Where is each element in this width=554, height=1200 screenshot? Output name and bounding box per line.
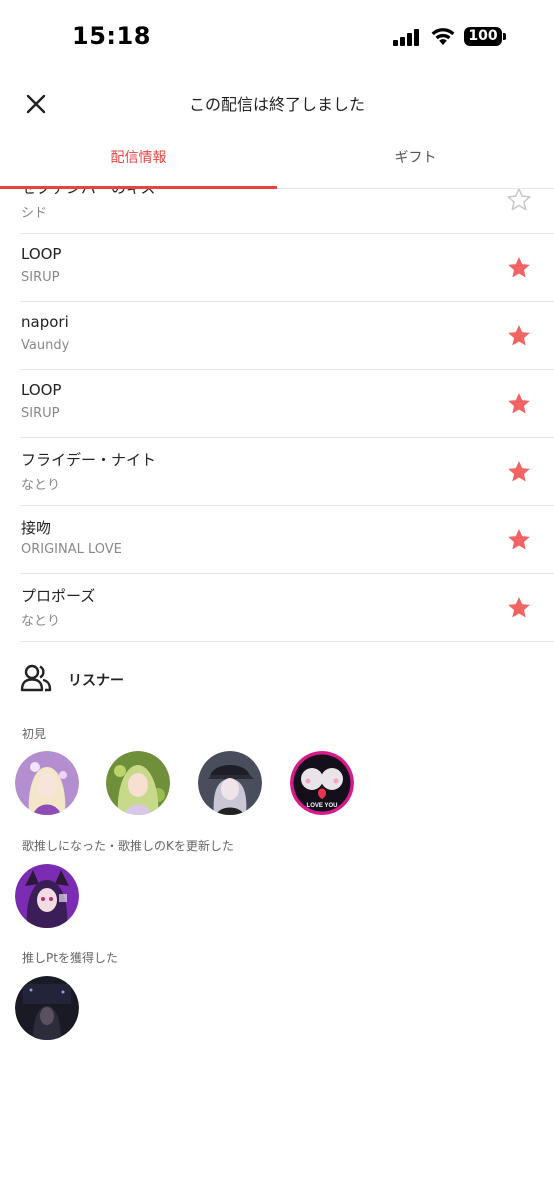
song-row[interactable]: LOOP SIRUP bbox=[20, 234, 554, 302]
section-label-points: 推しPtを獲得した bbox=[22, 951, 118, 965]
section-label-first-time: 初見 bbox=[22, 727, 47, 741]
song-title: セプテンバーのキス bbox=[21, 189, 156, 198]
song-row[interactable]: セプテンバーのキスシド bbox=[20, 189, 554, 234]
nav-bar: この配信は終了しました bbox=[0, 72, 554, 130]
song-row[interactable]: プロポーズ なとり bbox=[20, 574, 554, 642]
listeners-label: リスナー bbox=[68, 673, 124, 689]
song-artist: シド bbox=[21, 206, 48, 221]
favorite-star-icon[interactable] bbox=[506, 527, 532, 553]
avatar[interactable] bbox=[106, 751, 170, 815]
avatar[interactable] bbox=[15, 751, 79, 815]
song-row[interactable]: 接吻 ORIGINAL LOVE bbox=[20, 506, 554, 574]
tab-gifts[interactable]: ギフト bbox=[277, 130, 554, 188]
tab-stream-info[interactable]: 配信情報 bbox=[0, 130, 277, 188]
status-bar: 15:18 100 bbox=[0, 0, 554, 72]
wifi-icon bbox=[431, 28, 455, 45]
song-list: セプテンバーのキスシド LOOP SIRUP napori Vaundy LOOP SIRU… bbox=[0, 189, 554, 643]
listeners-header: リスナー bbox=[20, 663, 320, 697]
song-title: LOOP bbox=[21, 381, 62, 399]
section-label-song-fan: 歌推しになった・歌推しのKを更新した bbox=[22, 839, 234, 853]
song-artist: SIRUP bbox=[21, 406, 60, 421]
song-title: 接吻 bbox=[21, 519, 52, 537]
song-artist: なとり bbox=[21, 614, 61, 629]
favorite-star-icon[interactable] bbox=[506, 255, 532, 281]
favorite-star-icon[interactable] bbox=[506, 323, 532, 349]
song-artist: Vaundy bbox=[21, 338, 70, 353]
song-title: フライデー・ナイト bbox=[21, 451, 157, 469]
favorite-star-icon[interactable] bbox=[506, 459, 532, 485]
avatar[interactable]: LOVE YOU bbox=[290, 751, 354, 815]
love-you-badge-text: LOVE YOU bbox=[307, 803, 338, 809]
song-row[interactable]: napori Vaundy bbox=[20, 302, 554, 370]
song-artist: なとり bbox=[21, 478, 61, 493]
favorite-star-icon[interactable] bbox=[506, 595, 532, 621]
avatar[interactable] bbox=[15, 864, 79, 928]
users-icon bbox=[20, 664, 52, 692]
cellular-signal-icon bbox=[393, 28, 423, 46]
avatar[interactable] bbox=[15, 976, 79, 1040]
song-title: napori bbox=[21, 313, 69, 331]
favorite-star-icon[interactable] bbox=[506, 189, 532, 213]
song-artist: SIRUP bbox=[21, 270, 60, 285]
tab-bar: 配信情報 ギフト bbox=[0, 130, 554, 189]
song-title: プロポーズ bbox=[21, 587, 96, 605]
battery-indicator: 100 bbox=[464, 27, 506, 46]
favorite-star-icon[interactable] bbox=[506, 391, 532, 417]
page-title: この配信は終了しました bbox=[188, 95, 365, 114]
song-row[interactable]: フライデー・ナイト なとり bbox=[20, 438, 554, 506]
song-artist: ORIGINAL LOVE bbox=[21, 542, 122, 557]
song-title: LOOP bbox=[21, 245, 62, 263]
status-time: 15:18 bbox=[72, 22, 151, 50]
avatar[interactable] bbox=[198, 751, 262, 815]
song-row[interactable]: LOOP SIRUP bbox=[20, 370, 554, 438]
